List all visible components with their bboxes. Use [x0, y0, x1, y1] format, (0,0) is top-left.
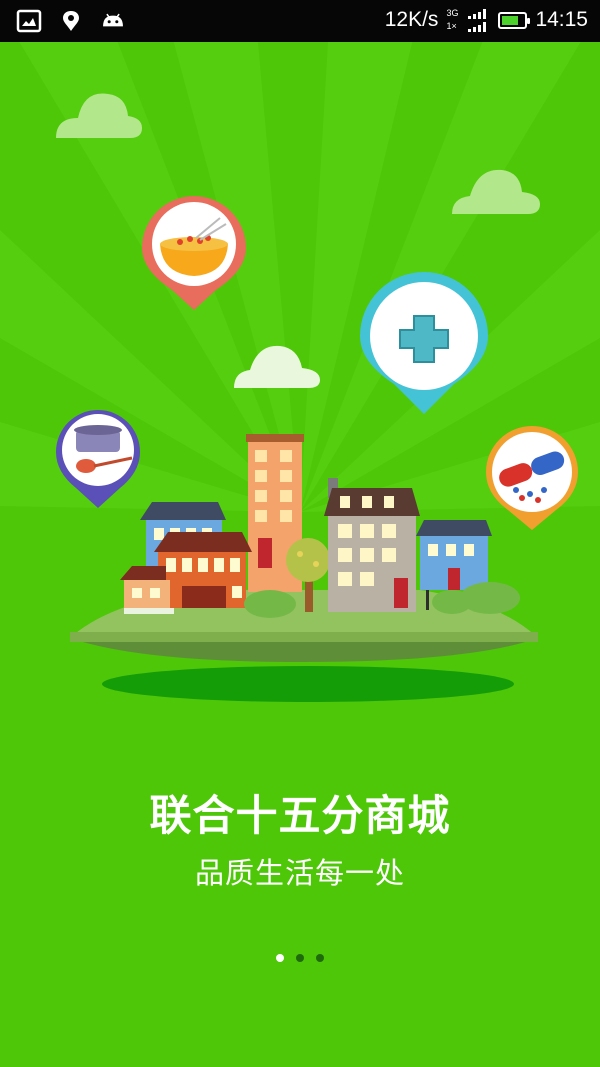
android-icon	[103, 13, 123, 27]
house-blue-right	[416, 520, 492, 590]
building-apartment	[324, 478, 420, 612]
house-brick	[120, 532, 252, 608]
status-bar: 12K/s 3G 1× 14:15	[0, 0, 600, 42]
signal-icon: 3G 1×	[446, 7, 490, 33]
status-left-icons	[16, 8, 126, 34]
notification-icon	[63, 11, 79, 31]
cloud	[234, 345, 320, 388]
image-icon	[16, 9, 42, 33]
sim-label: 1×	[446, 21, 457, 31]
bush	[432, 590, 472, 614]
network-speed: 12K/s	[384, 8, 439, 31]
food-pin-icon	[142, 196, 246, 310]
page-indicator	[0, 954, 600, 962]
status-right-info: 12K/s 3G 1× 14:15	[385, 7, 588, 33]
city-illustration	[0, 42, 600, 702]
battery-level-fill	[502, 15, 519, 25]
medicine-pin-icon	[486, 426, 578, 530]
bush	[244, 590, 296, 618]
app-slogan: 品质生活每一处	[194, 856, 405, 890]
page-dot[interactable]	[276, 954, 284, 962]
splash-screen: 12K/s 3G 1× 14:15 联合十五分商城 品质生活每一处	[0, 0, 600, 1067]
battery-icon	[498, 11, 531, 29]
app-title: 联合十五分商城	[149, 791, 451, 840]
page-dot[interactable]	[316, 954, 324, 962]
ground-shadow	[102, 666, 514, 702]
clock: 14:15	[535, 8, 588, 31]
network-type-label: 3G	[446, 8, 459, 18]
page-dot[interactable]	[296, 954, 304, 962]
